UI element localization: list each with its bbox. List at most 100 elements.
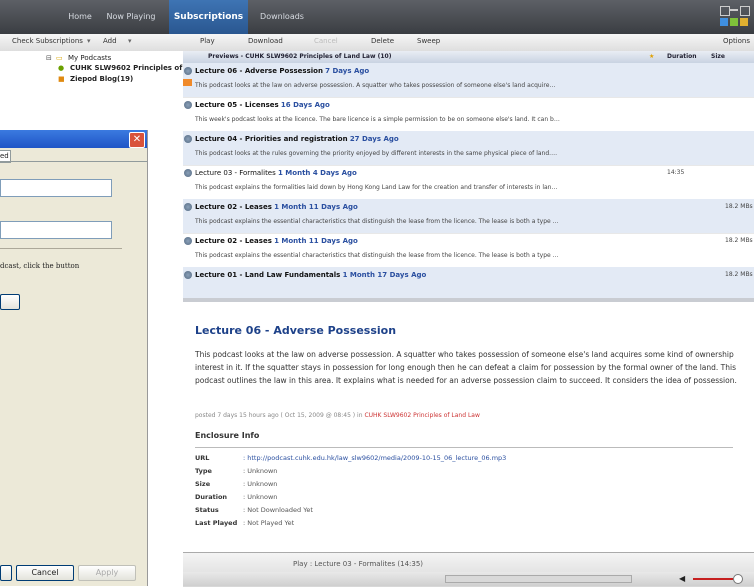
- dialog-separator: [0, 248, 122, 249]
- dropdown-arrow-icon[interactable]: ▾: [87, 37, 91, 45]
- episode-age: 1 Month 4 Days Ago: [278, 169, 357, 177]
- seek-slider[interactable]: [445, 575, 632, 583]
- enclosure-info: URL : http://podcast.cuhk.edu.hk/law_slw9…: [195, 447, 733, 542]
- podcast-item-icon: [184, 135, 192, 143]
- tab-now-playing[interactable]: Now Playing: [95, 0, 167, 34]
- podcast-item-icon: [184, 169, 192, 177]
- tree-item-cuhk-slw9602[interactable]: CUHK SLW9602 Principles of La: [70, 64, 194, 72]
- podcast-feed-icon: ●: [58, 64, 65, 72]
- collapse-icon[interactable]: ⊟: [46, 54, 52, 62]
- star-icon[interactable]: ★: [649, 53, 654, 60]
- delete-button[interactable]: Delete: [371, 37, 394, 45]
- enclosure-key: Last Played: [195, 519, 238, 527]
- podcast-item-icon: [184, 237, 192, 245]
- new-badge-icon: [183, 79, 192, 86]
- close-icon[interactable]: ✕: [129, 132, 145, 148]
- check-subscriptions-button[interactable]: Check Subscriptions: [12, 37, 83, 45]
- enclosure-key: Status: [195, 506, 219, 514]
- episode-size: 18.2 MBs: [725, 203, 753, 210]
- episode-description: This podcast looks at the law on adverse…: [195, 82, 556, 89]
- view-green-icon[interactable]: [730, 18, 738, 26]
- enclosure-key: URL: [195, 454, 210, 462]
- episode-size: 18.2 MBs: [725, 271, 753, 278]
- duration-column-header[interactable]: Duration: [667, 53, 697, 60]
- episode-description: This podcast explains the essential char…: [195, 252, 559, 259]
- enclosure-key: Type: [195, 467, 212, 475]
- volume-icon[interactable]: ◀: [679, 574, 685, 583]
- size-column-header[interactable]: Size: [711, 53, 725, 60]
- episode-list: Lecture 06 - Adverse Possession 7 Days A…: [183, 63, 754, 298]
- toolbar: Check Subscriptions ▾ Add ▾ Play Downloa…: [0, 34, 754, 52]
- dialog-text-field-2[interactable]: [0, 221, 112, 239]
- folder-icon: ▭: [56, 54, 63, 62]
- enclosure-value: : Unknown: [243, 493, 278, 501]
- dialog-ok-button[interactable]: [0, 565, 12, 581]
- volume-thumb[interactable]: [733, 574, 743, 584]
- top-navigation: Home Now Playing Subscriptions Downloads: [0, 0, 754, 34]
- list-title-header: Previews - CUHK SLW9602 Principles of La…: [208, 53, 392, 60]
- list-item[interactable]: Lecture 02 - Leases 1 Month 11 Days Ago …: [183, 199, 754, 234]
- enclosure-value: : Not Played Yet: [243, 519, 295, 527]
- restore-icon[interactable]: [720, 6, 730, 16]
- enclosure-value: : Not Downloaded Yet: [243, 506, 313, 514]
- tab-downloads[interactable]: Downloads: [252, 0, 312, 34]
- detail-description: This podcast looks at the law on adverse…: [195, 350, 737, 385]
- dialog-cancel-button[interactable]: Cancel: [16, 565, 74, 581]
- tree-item-ziepod-blog[interactable]: Ziepod Blog(19): [70, 75, 133, 83]
- posted-text: posted 7 days 15 hours ago ( Oct 15, 200…: [195, 412, 363, 419]
- tab-subscriptions[interactable]: Subscriptions: [169, 0, 248, 34]
- episode-title: Lecture 05 - Licenses: [195, 101, 279, 109]
- episode-description: This podcast explains the essential char…: [195, 218, 559, 225]
- enclosure-value: : Unknown: [243, 467, 278, 475]
- list-item[interactable]: Lecture 06 - Adverse Possession 7 Days A…: [183, 63, 754, 98]
- maximize-icon[interactable]: [740, 6, 750, 16]
- episode-description: This podcast explains the formalities la…: [195, 184, 558, 191]
- podcast-item-icon: [184, 101, 192, 109]
- list-item[interactable]: Lecture 04 - Priorities and registration…: [183, 131, 754, 166]
- settings-dialog: ✕ ed dcast, click the button Cancel Appl…: [0, 130, 148, 586]
- episode-duration: 14:35: [667, 169, 685, 176]
- play-button[interactable]: Play: [200, 37, 215, 45]
- enclosure-value: : Unknown: [243, 480, 278, 488]
- episode-description: This podcast looks at the rules governin…: [195, 150, 558, 157]
- enclosure-header: Enclosure Info: [195, 431, 260, 440]
- options-button[interactable]: Options: [723, 37, 750, 45]
- episode-title: Lecture 03 - Formalites: [195, 169, 276, 177]
- dropdown-arrow-icon[interactable]: ▾: [128, 37, 132, 45]
- dialog-text-field-1[interactable]: [0, 179, 112, 197]
- podcast-tree: ⊟ ▭ My Podcasts ● CUHK SLW9602 Principle…: [0, 51, 194, 131]
- tree-root-my-podcasts[interactable]: My Podcasts: [68, 54, 111, 62]
- view-yellow-icon[interactable]: [740, 18, 748, 26]
- feed-link[interactable]: CUHK SLW9602 Principles of Land Law: [364, 412, 479, 419]
- episode-age: 1 Month 11 Days Ago: [274, 203, 358, 211]
- list-item[interactable]: Lecture 01 - Land Law Fundamentals 1 Mon…: [183, 267, 754, 298]
- podcast-item-icon: [184, 271, 192, 279]
- episode-age: 1 Month 11 Days Ago: [274, 237, 358, 245]
- episode-age: 27 Days Ago: [349, 135, 399, 143]
- add-button[interactable]: Add: [103, 37, 117, 45]
- dialog-title-bar: ✕: [0, 130, 147, 148]
- dialog-action-button[interactable]: [0, 294, 20, 310]
- posted-info: posted 7 days 15 hours ago ( Oct 15, 200…: [195, 412, 480, 419]
- dialog-apply-button[interactable]: Apply: [78, 565, 136, 581]
- episode-age: 1 Month 17 Days Ago: [342, 271, 427, 279]
- list-item[interactable]: Lecture 02 - Leases 1 Month 11 Days Ago …: [183, 233, 754, 268]
- enclosure-key: Size: [195, 480, 211, 488]
- episode-size: 18.2 MBs: [725, 237, 753, 244]
- tab-divider: [0, 161, 147, 162]
- list-item[interactable]: Lecture 05 - Licenses 16 Days Ago This w…: [183, 97, 754, 132]
- enclosure-url[interactable]: : http://podcast.cuhk.edu.hk/law_slw9602…: [243, 454, 506, 462]
- cancel-download-button[interactable]: Cancel: [314, 37, 338, 45]
- download-button[interactable]: Download: [248, 37, 283, 45]
- minimize-icon[interactable]: [730, 9, 738, 11]
- podcast-item-icon: [184, 203, 192, 211]
- view-blue-icon[interactable]: [720, 18, 728, 26]
- blog-feed-icon: ■: [58, 75, 65, 83]
- player-bar: ◀: [183, 572, 754, 586]
- sweep-button[interactable]: Sweep: [417, 37, 440, 45]
- episode-age: 16 Days Ago: [280, 101, 330, 109]
- volume-slider[interactable]: [693, 578, 733, 580]
- list-item[interactable]: Lecture 03 - Formalites 1 Month 4 Days A…: [183, 165, 754, 200]
- episode-description: This week's podcast looks at the licence…: [195, 116, 560, 123]
- episode-age: 7 Days Ago: [325, 67, 370, 75]
